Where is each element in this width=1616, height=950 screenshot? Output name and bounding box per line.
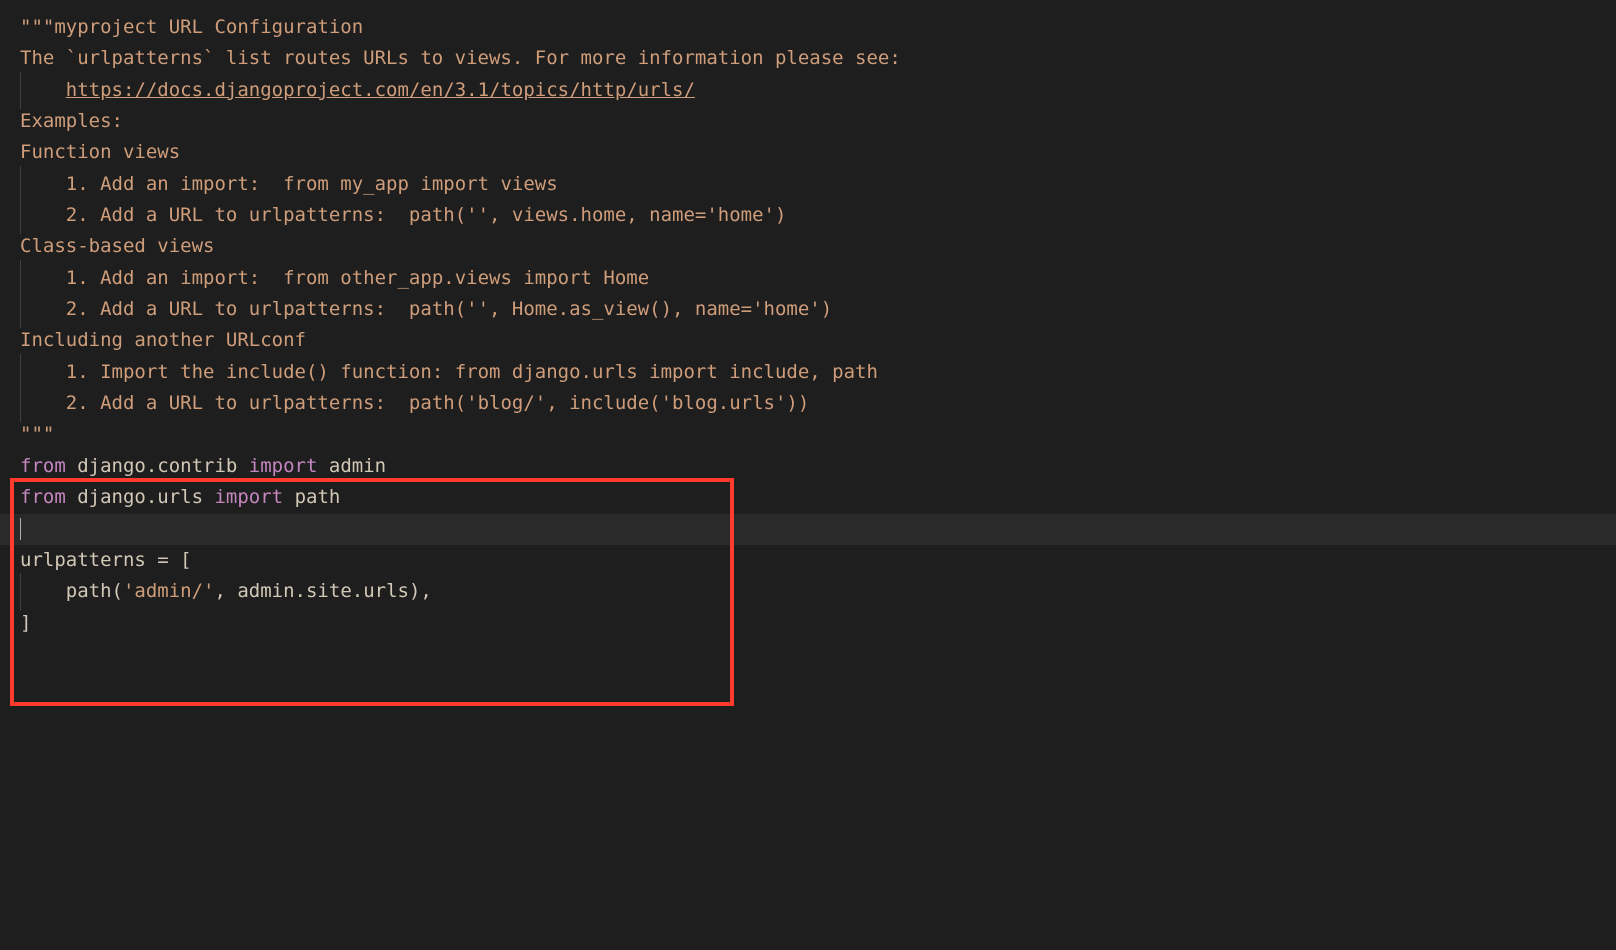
code-line[interactable]: """myproject URL Configuration	[0, 12, 1616, 43]
code-line[interactable]: 2. Add a URL to urlpatterns: path('blog/…	[0, 388, 1616, 419]
docstring-text: """	[20, 423, 54, 445]
code-line[interactable]: from django.contrib import admin	[0, 451, 1616, 482]
keyword-import: import	[249, 455, 318, 477]
code-text: path('admin/', admin.site.urls),	[20, 576, 432, 607]
code-line[interactable]: Function views	[0, 137, 1616, 168]
code-line[interactable]: The `urlpatterns` list routes URLs to vi…	[0, 43, 1616, 74]
docstring-text: 2. Add a URL to urlpatterns: path('blog/…	[20, 388, 809, 419]
code-editor[interactable]: """myproject URL Configuration The `urlp…	[0, 0, 1616, 639]
code-line[interactable]: ]	[0, 608, 1616, 639]
text-cursor	[20, 518, 21, 540]
code-line[interactable]: path('admin/', admin.site.urls),	[0, 576, 1616, 607]
code-line[interactable]: 1. Add an import: from other_app.views i…	[0, 263, 1616, 294]
docstring-text: Class-based views	[20, 235, 214, 257]
docstring-text: 2. Add a URL to urlpatterns: path('', Ho…	[20, 294, 832, 325]
docstring-text: Function views	[20, 141, 180, 163]
doc-url-link[interactable]: https://docs.djangoproject.com/en/3.1/to…	[66, 79, 695, 101]
docstring-text: Including another URLconf	[20, 329, 306, 351]
code-line[interactable]: https://docs.djangoproject.com/en/3.1/to…	[0, 75, 1616, 106]
import-name: path	[283, 486, 340, 508]
code-line[interactable]: urlpatterns = [	[0, 545, 1616, 576]
docstring-text: The `urlpatterns` list routes URLs to vi…	[20, 47, 901, 69]
code-line[interactable]: 1. Import the include() function: from d…	[0, 357, 1616, 388]
code-line[interactable]: """	[0, 419, 1616, 450]
code-line[interactable]: 2. Add a URL to urlpatterns: path('', vi…	[0, 200, 1616, 231]
docstring-text: 1. Add an import: from other_app.views i…	[20, 263, 649, 294]
import-name: admin	[317, 455, 386, 477]
code-line[interactable]: Including another URLconf	[0, 325, 1616, 356]
code-text: ]	[20, 612, 31, 634]
keyword-import: import	[214, 486, 283, 508]
docstring-text: """myproject URL Configuration	[20, 16, 363, 38]
keyword-from: from	[20, 486, 66, 508]
docstring-text: 2. Add a URL to urlpatterns: path('', vi…	[20, 200, 786, 231]
code-text: urlpatterns = [	[20, 549, 192, 571]
code-line[interactable]: Class-based views	[0, 231, 1616, 262]
code-line[interactable]: 1. Add an import: from my_app import vie…	[0, 169, 1616, 200]
keyword-from: from	[20, 455, 66, 477]
docstring-text: 1. Import the include() function: from d…	[20, 357, 878, 388]
docstring-text: https://docs.djangoproject.com/en/3.1/to…	[20, 75, 695, 106]
string-literal: 'admin/'	[123, 580, 215, 602]
module-name: django.urls	[66, 486, 215, 508]
code-line[interactable]: from django.urls import path	[0, 482, 1616, 513]
docstring-text: Examples:	[20, 110, 123, 132]
code-line[interactable]: 2. Add a URL to urlpatterns: path('', Ho…	[0, 294, 1616, 325]
code-line[interactable]: Examples:	[0, 106, 1616, 137]
module-name: django.contrib	[66, 455, 249, 477]
current-code-line[interactable]	[0, 514, 1616, 545]
docstring-text: 1. Add an import: from my_app import vie…	[20, 169, 558, 200]
